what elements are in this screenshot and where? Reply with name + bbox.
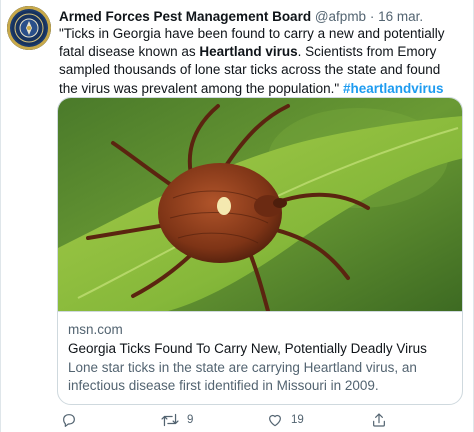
meta-separator: · [369,9,375,24]
like-count: 19 [291,414,304,426]
author-handle[interactable]: @afpmb [315,9,366,24]
tweet[interactable]: Armed Forces Pest Management Board @afpm… [0,0,474,432]
card-description: Lone star ticks in the state are carryin… [68,360,417,393]
tweet-text: "Ticks in Georgia have been found to car… [59,25,459,98]
like-button[interactable]: 19 [267,412,304,428]
tweet-date[interactable]: 16 mar. [378,9,423,24]
card-domain: msn.com [68,322,123,337]
heart-icon [269,414,281,427]
share-button[interactable] [371,412,395,428]
hashtag-link[interactable]: #heartlandvirus [343,81,444,96]
retweet-button[interactable]: 9 [161,412,193,428]
retweet-icon [161,413,179,427]
card-title[interactable]: Georgia Ticks Found To Carry New, Potent… [68,340,454,358]
tweet-actions: 9 19 [57,412,463,430]
author-name[interactable]: Armed Forces Pest Management Board [59,9,311,24]
tweet-header: Armed Forces Pest Management Board @afpm… [59,8,423,26]
card-image[interactable] [58,98,463,311]
tweet-text-bold: Heartland virus [199,44,298,60]
link-card[interactable]: msn.com Georgia Ticks Found To Carry New… [57,97,463,405]
avatar[interactable] [7,6,51,50]
emblem-icon [14,13,44,43]
retweet-count: 9 [187,414,194,426]
reply-button[interactable] [61,412,85,428]
card-info: msn.com Georgia Ticks Found To Carry New… [58,311,462,404]
reply-icon [63,414,75,427]
share-icon [373,413,385,427]
